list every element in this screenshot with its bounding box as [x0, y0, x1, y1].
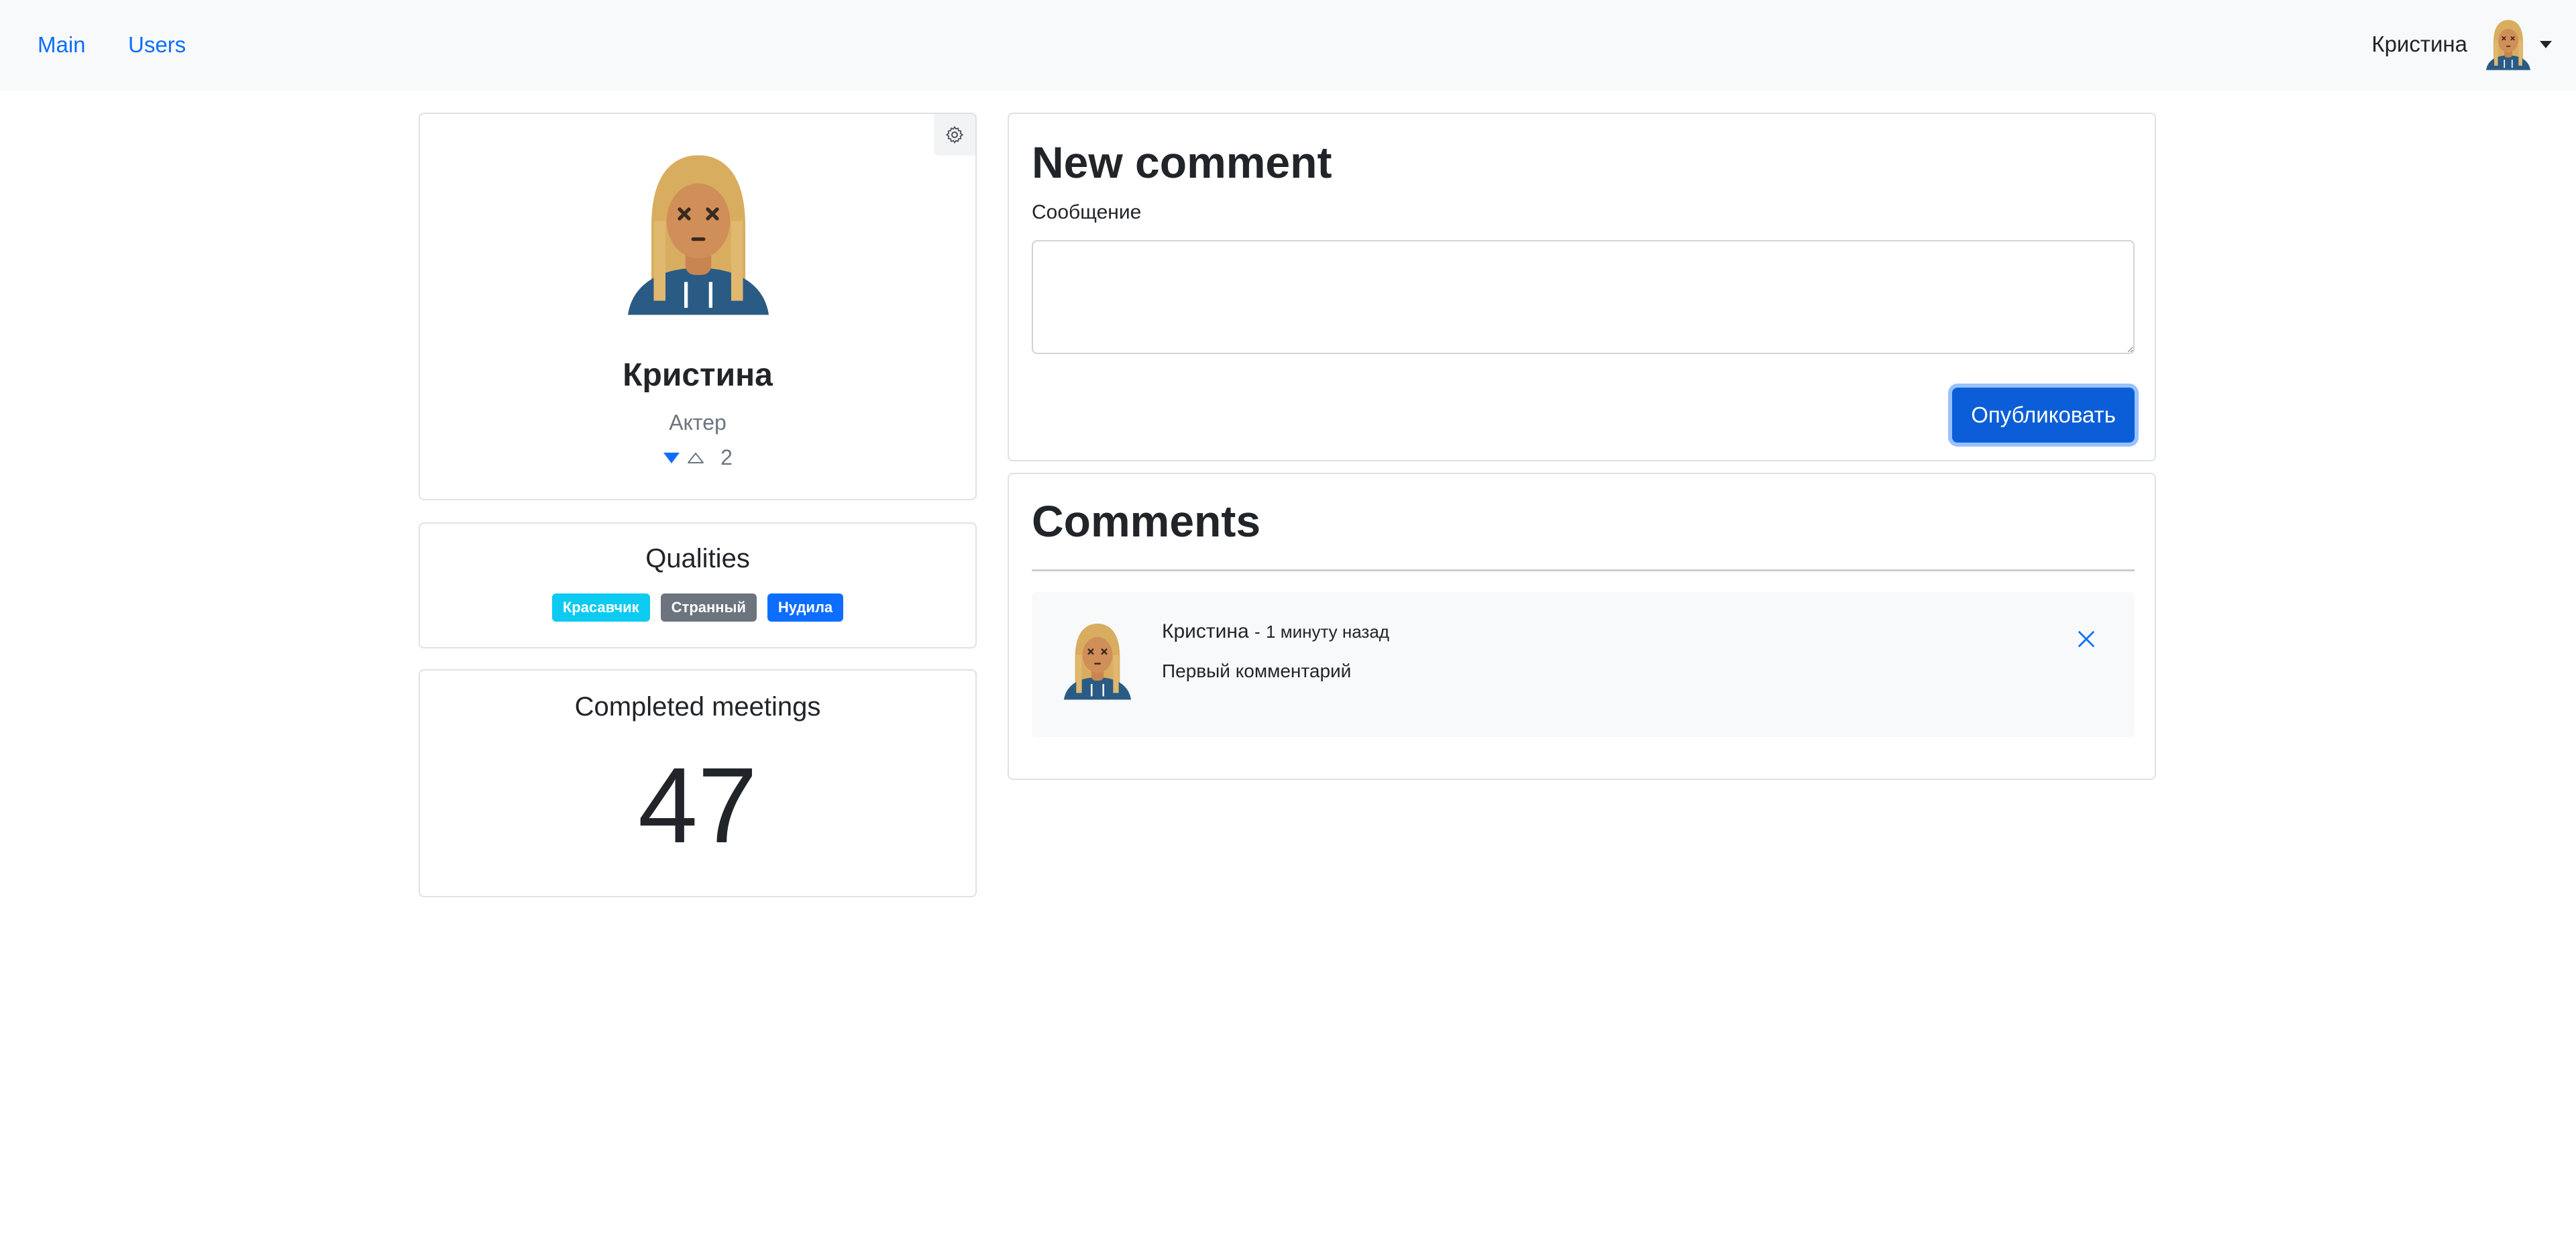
triangle-up-icon	[688, 452, 704, 463]
comment-item: Кристина - 1 минуту назад Первый коммент…	[1032, 592, 2135, 737]
rating-value: 2	[720, 445, 733, 469]
user-menu-toggle[interactable]: Кристина	[2371, 17, 2552, 71]
comment-author-avatar	[1064, 619, 1131, 702]
comment-header: Кристина - 1 минуту назад	[1162, 620, 1389, 643]
comment-author[interactable]: Кристина	[1162, 620, 1249, 642]
quality-badge: Нудила	[767, 593, 844, 622]
new-comment-title: New comment	[1032, 137, 1332, 187]
quality-badge: Красавчик	[551, 593, 650, 622]
close-icon[interactable]	[2074, 627, 2098, 651]
comments-title: Comments	[1032, 496, 1261, 546]
qualities-badges: Красавчик Странный Нудила	[420, 593, 975, 622]
comments-divider	[1032, 569, 2135, 571]
quality-badge: Странный	[660, 593, 757, 622]
comments-card: Comments Кристина - 1 минуту назад Первы…	[1008, 473, 2156, 780]
profile-role: Актер	[669, 410, 727, 435]
vote-down-button[interactable]	[663, 452, 680, 464]
profile-name: Кристина	[623, 357, 773, 393]
nav-user-name: Кристина	[2371, 32, 2467, 56]
message-textarea[interactable]	[1032, 240, 2135, 354]
settings-button[interactable]	[934, 114, 975, 156]
profile-avatar	[628, 149, 769, 317]
comment-text: Первый комментарий	[1162, 661, 1352, 681]
qualities-title: Qualities	[645, 544, 750, 573]
message-label: Сообщение	[1032, 201, 1142, 223]
publish-button[interactable]: Опубликовать	[1952, 388, 2135, 443]
comment-timestamp: 1 минуту назад	[1266, 622, 1389, 642]
vote-up-button[interactable]	[687, 452, 704, 464]
top-navbar: Main Users Кристина	[0, 0, 2576, 91]
chevron-down-icon	[2540, 40, 2552, 48]
meetings-title: Completed meetings	[574, 692, 821, 722]
rating-control: 2	[420, 445, 975, 470]
profile-card: Кристина Актер 2	[419, 113, 977, 500]
triangle-down-icon	[663, 452, 680, 463]
user-avatar-icon	[2486, 17, 2530, 71]
nav-link-users[interactable]: Users	[128, 30, 186, 60]
nav-link-main[interactable]: Main	[38, 30, 86, 60]
qualities-card: Qualities Красавчик Странный Нудила	[419, 522, 977, 648]
gear-icon	[946, 126, 963, 144]
new-comment-card: New comment Сообщение Опубликовать	[1008, 113, 2156, 461]
completed-meetings-card: Completed meetings 47	[419, 669, 977, 897]
comment-separator: -	[1254, 622, 1260, 642]
meetings-count: 47	[638, 745, 757, 865]
